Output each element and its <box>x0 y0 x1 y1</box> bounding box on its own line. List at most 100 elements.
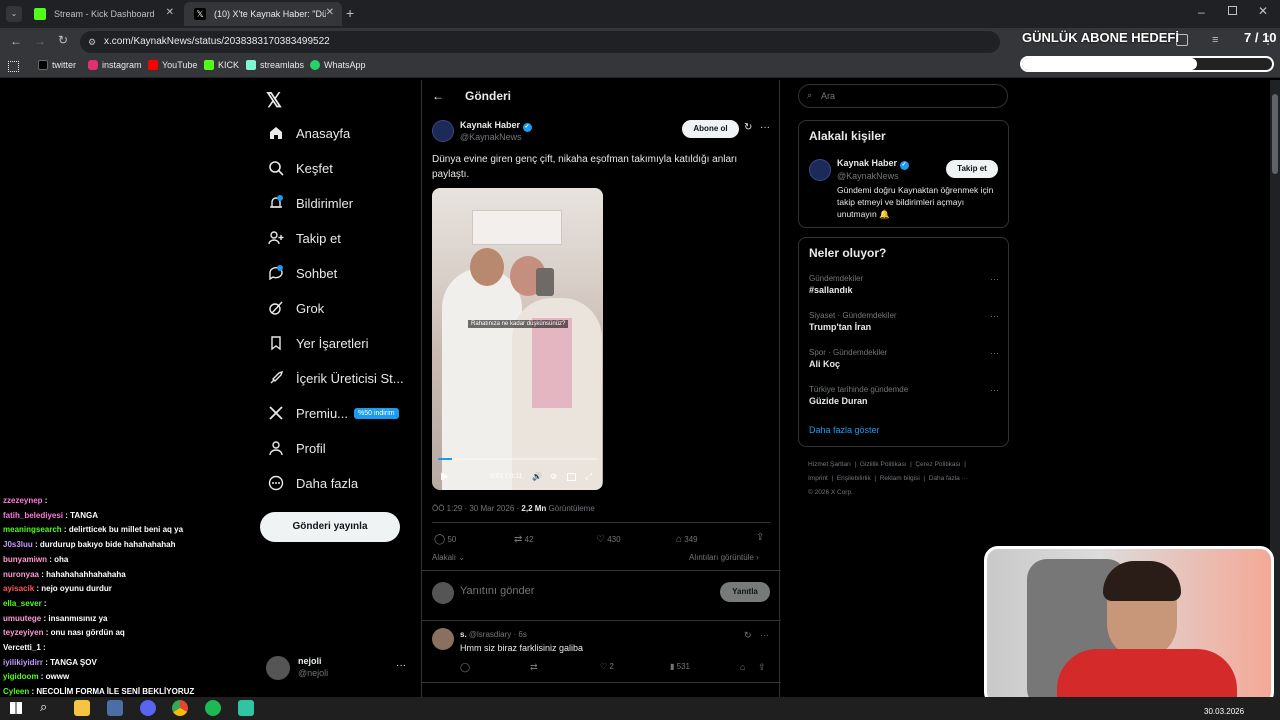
views-stat[interactable]: ▮ 531 <box>670 662 690 671</box>
person-name[interactable]: Kaynak Haber ✓ <box>837 158 909 170</box>
app-icon[interactable] <box>107 700 123 716</box>
reply-input[interactable]: Yanıtını gönder <box>460 585 534 597</box>
spotify-icon[interactable] <box>205 700 221 716</box>
author-avatar[interactable] <box>432 120 454 142</box>
sidebar-item-more[interactable]: Daha fazla <box>268 471 358 495</box>
sidebar-item-chat[interactable]: Sohbet <box>268 261 337 285</box>
sidebar-item-explore[interactable]: Keşfet <box>268 156 333 180</box>
subscribe-button[interactable]: Abone ol <box>682 120 739 138</box>
fullscreen-icon[interactable]: ⤢ <box>585 471 592 482</box>
x-logo-icon[interactable]: 𝕏 <box>266 88 282 113</box>
footer-link[interactable]: Hizmet Şartları <box>808 461 851 468</box>
share-icon[interactable]: ⇪ <box>758 662 766 673</box>
trend-item[interactable]: Siyaset · Gündemdekiler Trump'tan İran ·… <box>809 311 999 332</box>
bookmark-whatsapp[interactable]: WhatsApp <box>310 60 366 70</box>
search-input[interactable]: ⌕ Ara <box>798 84 1008 108</box>
bookmark-stat[interactable]: ⌂ 349 <box>676 534 698 545</box>
chat-username[interactable]: nuronyaa <box>3 570 39 579</box>
more-icon[interactable]: ··· <box>396 660 406 671</box>
chat-username[interactable]: bunyamiwn <box>3 555 47 564</box>
bookmark-youtube[interactable]: YouTube <box>148 60 197 70</box>
file-explorer-icon[interactable] <box>74 700 90 716</box>
footer-link[interactable]: Reklam bilgisi <box>880 475 920 482</box>
more-icon[interactable]: ··· <box>990 348 999 358</box>
sidebar-item-home[interactable]: Anasayfa <box>268 121 350 145</box>
grok-icon[interactable]: ↻ <box>744 630 752 641</box>
sidebar-item-follow[interactable]: Takip et <box>268 226 341 250</box>
chat-username[interactable]: Cyleen <box>3 687 29 696</box>
account-switcher[interactable]: nejoli @nejoli ··· <box>266 654 410 682</box>
chat-username[interactable]: iyilikiyidirr <box>3 658 43 667</box>
like-stat[interactable]: ♡ 2 <box>600 662 614 671</box>
chat-username[interactable]: ella_sever <box>3 599 42 608</box>
chat-username[interactable]: yigidoom <box>3 672 39 681</box>
play-icon[interactable]: ▶ <box>441 471 449 482</box>
trend-item[interactable]: Spor · Gündemdekiler Ali Koç ··· <box>809 348 999 369</box>
repost-stat[interactable]: ⇄ 42 <box>514 534 534 545</box>
volume-icon[interactable]: 🔊 <box>532 472 542 481</box>
footer-link[interactable]: Imprint <box>808 475 828 482</box>
search-icon[interactable]: ⌕ <box>40 699 47 715</box>
sidebar-item-profile[interactable]: Profil <box>268 436 326 460</box>
close-icon[interactable]: ✕ <box>166 7 174 18</box>
pip-icon[interactable] <box>567 473 576 481</box>
bookmark-instagram[interactable]: instagram <box>88 60 142 70</box>
site-info-icon[interactable]: ⚙ <box>88 31 96 53</box>
sidebar-item-grok[interactable]: Grok <box>268 296 324 320</box>
footer-link[interactable]: Daha fazla ··· <box>929 475 968 482</box>
windows-start-icon[interactable] <box>10 702 22 714</box>
forward-icon[interactable]: → <box>34 34 46 48</box>
footer-link[interactable]: Çerez Politikası <box>915 461 960 468</box>
back-button[interactable]: ← <box>432 89 444 103</box>
bookmark-streamlabs[interactable]: streamlabs <box>246 60 304 70</box>
chat-username[interactable]: Vercetti_1 <box>3 643 41 652</box>
avatar[interactable] <box>809 159 831 181</box>
chrome-icon[interactable] <box>172 700 188 716</box>
share-icon[interactable]: ⇪ <box>756 532 764 543</box>
grok-icon[interactable]: ↻ <box>744 122 752 133</box>
tab-x-post[interactable]: 𝕏 (10) X'te Kaynak Haber: "Dünya ✕ <box>184 2 342 26</box>
restore-button[interactable] <box>1228 6 1237 15</box>
chat-username[interactable]: J0s3luu <box>3 540 33 549</box>
trend-item[interactable]: Türkiye tarihinde gündemde Güzide Duran … <box>809 385 999 406</box>
reply-item[interactable]: s. @lsrasdiary · 6s ↻ ··· Hmm siz biraz … <box>422 622 781 682</box>
more-icon[interactable]: ··· <box>760 122 770 133</box>
follow-button[interactable]: Takip et <box>946 160 998 178</box>
repost-icon[interactable]: ⇄ <box>530 662 538 673</box>
sidebar-item-creator-studio[interactable]: İçerik Üreticisi St... <box>268 366 404 390</box>
video-progress-track[interactable] <box>438 458 597 460</box>
reply-stat[interactable]: ◯ 50 <box>434 534 456 545</box>
more-icon[interactable]: ··· <box>990 311 999 321</box>
more-icon[interactable]: ··· <box>990 385 999 395</box>
chat-username[interactable]: zzezeynep <box>3 496 43 505</box>
apps-icon[interactable] <box>8 61 19 72</box>
chat-username[interactable]: ayisacik <box>3 584 34 593</box>
sidebar-item-notifications[interactable]: Bildirimler <box>268 191 353 215</box>
chat-username[interactable]: teyzeyiyen <box>3 628 43 637</box>
url-field[interactable]: ⚙ x.com/KaynakNews/status/20383831703834… <box>80 31 1000 53</box>
footer-link[interactable]: Gizlilik Politikası <box>860 461 907 468</box>
chat-username[interactable]: meaningsearch <box>3 525 62 534</box>
chat-username[interactable]: umuutege <box>3 614 41 623</box>
discord-icon[interactable] <box>140 700 156 716</box>
tab-kick-dashboard[interactable]: Stream - Kick Dashboard ✕ <box>24 2 182 26</box>
more-icon[interactable]: ··· <box>760 630 769 640</box>
footer-link[interactable]: Erişilebilirlik <box>837 475 871 482</box>
trend-item[interactable]: Gündemdekiler #sallandık ··· <box>809 274 999 295</box>
sidebar-item-bookmarks[interactable]: Yer İşaretleri <box>268 331 369 355</box>
close-icon[interactable]: ✕ <box>326 7 334 18</box>
post-button[interactable]: Gönderi yayınla <box>260 512 400 542</box>
reload-icon[interactable]: ↻ <box>58 33 68 47</box>
new-tab-button[interactable]: + <box>346 5 354 21</box>
settings-icon[interactable]: ⚙ <box>550 472 557 481</box>
bookmark-icon[interactable]: ⌂ <box>740 662 745 672</box>
minimize-button[interactable]: – <box>1198 5 1205 19</box>
streamlabs-icon[interactable] <box>238 700 254 716</box>
author-name[interactable]: Kaynak Haber ✓ <box>460 120 532 132</box>
chat-username[interactable]: fatih_belediyesi <box>3 511 63 520</box>
like-stat[interactable]: ♡ 430 <box>596 534 621 545</box>
reply-icon[interactable]: ◯ <box>460 662 470 673</box>
more-icon[interactable]: ··· <box>990 274 999 284</box>
scrollbar-thumb[interactable] <box>1272 94 1278 174</box>
close-window-button[interactable]: ✕ <box>1258 4 1268 18</box>
